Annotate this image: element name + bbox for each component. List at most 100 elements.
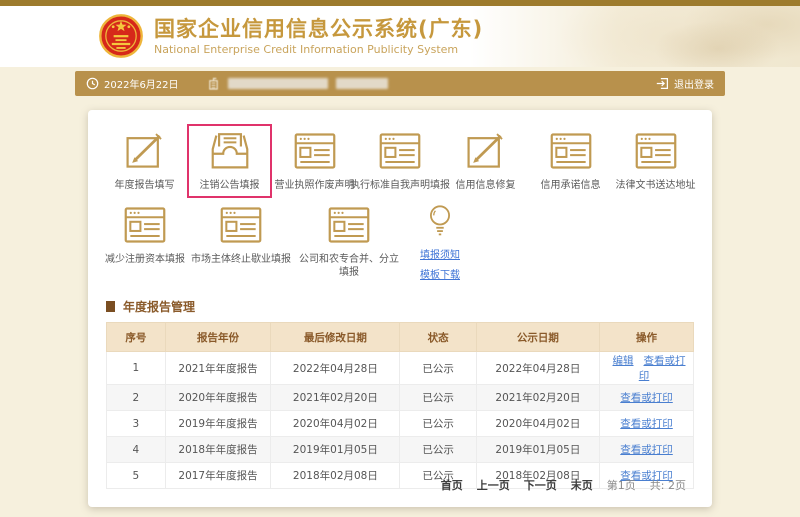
column-header: 操作	[600, 323, 694, 352]
cell-publish-date: 2022年04月28日	[476, 352, 599, 385]
cell-publish-date: 2019年01月05日	[476, 437, 599, 463]
pagination-last[interactable]: 末页	[571, 477, 593, 493]
menu-item-label: 营业执照作废声明	[275, 179, 355, 192]
table-row: 3 2019年年度报告 2020年04月02日 已公示 2020年04月02日 …	[107, 411, 694, 437]
menu-item-credit-repair[interactable]: 信用信息修复	[443, 124, 528, 198]
menu-item-label: 法律文书送达地址	[616, 179, 696, 192]
cell-modified-date: 2019年01月05日	[271, 437, 400, 463]
table-header-row: 序号 报告年份 最后修改日期 状态 公示日期 操作	[107, 323, 694, 352]
edit-pencil-icon	[123, 131, 167, 171]
browser-window-icon	[549, 131, 593, 171]
logged-in-entity	[207, 77, 388, 90]
pagination-total-pages: 共: 2页	[650, 477, 686, 493]
annual-report-table: 序号 报告年份 最后修改日期 状态 公示日期 操作 1 2021年年度报告 20…	[106, 322, 694, 489]
menu-item-label: 公司和农专合并、分立填报	[296, 253, 402, 279]
column-header: 公示日期	[476, 323, 599, 352]
cell-modified-date: 2018年02月08日	[271, 463, 400, 489]
menu-item-standard-self-declaration[interactable]: 执行标准自我声明填报	[357, 124, 443, 198]
company-icon	[207, 77, 220, 90]
cell-status: 已公示	[400, 437, 476, 463]
cell-index: 3	[107, 411, 166, 437]
site-subtitle: National Enterprise Credit Information P…	[154, 43, 483, 56]
column-header: 状态	[400, 323, 476, 352]
menu-item-label: 市场主体终止歇业填报	[191, 253, 291, 266]
cell-report-year: 2020年年度报告	[165, 385, 271, 411]
edit-link[interactable]: 编辑	[613, 355, 634, 367]
cell-modified-date: 2022年04月28日	[271, 352, 400, 385]
redacted-company-name	[228, 78, 328, 89]
national-emblem-logo	[98, 13, 144, 59]
inbox-icon	[208, 131, 252, 171]
table-row: 4 2018年年度报告 2019年01月05日 已公示 2019年01月05日 …	[107, 437, 694, 463]
cell-actions: 编辑查看或打印	[600, 352, 694, 385]
menu-item-legal-document-address[interactable]: 法律文书送达地址	[613, 124, 698, 198]
browser-window-icon	[293, 131, 337, 171]
column-header: 序号	[107, 323, 166, 352]
cell-report-year: 2018年年度报告	[165, 437, 271, 463]
menu-item-deregistration-announcement[interactable]: 注销公告填报	[187, 124, 272, 198]
menu-item-credit-commitment[interactable]: 信用承诺信息	[528, 124, 613, 198]
menu-item-label: 年度报告填写	[115, 179, 175, 192]
site-header: 国家企业信用信息公示系统(广东) National Enterprise Cre…	[0, 6, 800, 67]
menu-item-label: 执行标准自我声明填报	[350, 179, 450, 192]
menu-item-label: 信用信息修复	[456, 179, 516, 192]
link-template-download[interactable]: 模板下载	[420, 266, 460, 281]
menu-item-business-termination[interactable]: 市场主体终止歇业填报	[188, 198, 294, 272]
cell-index: 4	[107, 437, 166, 463]
logout-button[interactable]: 退出登录	[656, 76, 714, 91]
view-print-link[interactable]: 查看或打印	[620, 418, 673, 430]
filing-tips: 填报须知 模板下载	[404, 198, 476, 281]
cell-publish-date: 2020年04月02日	[476, 411, 599, 437]
browser-window-icon	[123, 205, 167, 245]
browser-window-icon	[219, 205, 263, 245]
cell-modified-date: 2020年04月02日	[271, 411, 400, 437]
column-header: 最后修改日期	[271, 323, 400, 352]
edit-pencil-icon	[464, 131, 508, 171]
link-filling-instructions[interactable]: 填报须知	[420, 246, 460, 261]
square-bullet-icon	[106, 301, 115, 312]
cell-publish-date: 2021年02月20日	[476, 385, 599, 411]
pagination-next[interactable]: 下一页	[524, 477, 557, 493]
clock-icon	[86, 77, 99, 90]
redacted-company-name	[336, 78, 388, 89]
logout-label: 退出登录	[674, 76, 714, 91]
cell-modified-date: 2021年02月20日	[271, 385, 400, 411]
cell-actions: 查看或打印	[600, 437, 694, 463]
pagination: 首页 上一页 下一页 末页 第1页 共: 2页	[441, 477, 686, 493]
site-title: 国家企业信用信息公示系统(广东)	[154, 17, 483, 41]
menu-item-annual-report-fill[interactable]: 年度报告填写	[102, 124, 187, 198]
cell-status: 已公示	[400, 385, 476, 411]
menu-item-capital-reduction[interactable]: 减少注册资本填报	[102, 198, 188, 272]
cell-report-year: 2017年年度报告	[165, 463, 271, 489]
view-print-link[interactable]: 查看或打印	[620, 392, 673, 404]
current-date: 2022年6月22日	[104, 76, 179, 91]
column-header: 报告年份	[165, 323, 271, 352]
cell-index: 1	[107, 352, 166, 385]
cell-status: 已公示	[400, 352, 476, 385]
cell-actions: 查看或打印	[600, 411, 694, 437]
cell-report-year: 2021年年度报告	[165, 352, 271, 385]
cell-actions: 查看或打印	[600, 385, 694, 411]
function-menu-row-1: 年度报告填写 注销公告填报 营业执照作废声明 执行标准自我声明填报 信用信息修复…	[100, 124, 700, 198]
pagination-first[interactable]: 首页	[441, 477, 463, 493]
view-print-link[interactable]: 查看或打印	[620, 444, 673, 456]
cell-index: 2	[107, 385, 166, 411]
menu-item-merger-division[interactable]: 公司和农专合并、分立填报	[294, 198, 404, 285]
pagination-current-page: 第1页	[607, 477, 636, 493]
pagination-prev[interactable]: 上一页	[477, 477, 510, 493]
lightbulb-icon	[425, 203, 455, 241]
table-row: 2 2020年年度报告 2021年02月20日 已公示 2021年02月20日 …	[107, 385, 694, 411]
function-menu-row-2: 减少注册资本填报 市场主体终止歇业填报 公司和农专合并、分立填报 填报须知 模板…	[100, 198, 700, 285]
browser-window-icon	[378, 131, 422, 171]
view-print-link[interactable]: 查看或打印	[639, 355, 686, 382]
table-row: 1 2021年年度报告 2022年04月28日 已公示 2022年04月28日 …	[107, 352, 694, 385]
menu-item-label: 减少注册资本填报	[105, 253, 185, 266]
cell-status: 已公示	[400, 411, 476, 437]
main-content-card: 年度报告填写 注销公告填报 营业执照作废声明 执行标准自我声明填报 信用信息修复…	[88, 110, 712, 507]
logout-icon	[656, 77, 669, 90]
menu-item-label: 注销公告填报	[200, 179, 260, 192]
user-status-bar: 2022年6月22日 退出登录	[75, 71, 725, 96]
menu-item-label: 信用承诺信息	[541, 179, 601, 192]
menu-item-license-invalidation[interactable]: 营业执照作废声明	[272, 124, 357, 198]
browser-window-icon	[327, 205, 371, 245]
